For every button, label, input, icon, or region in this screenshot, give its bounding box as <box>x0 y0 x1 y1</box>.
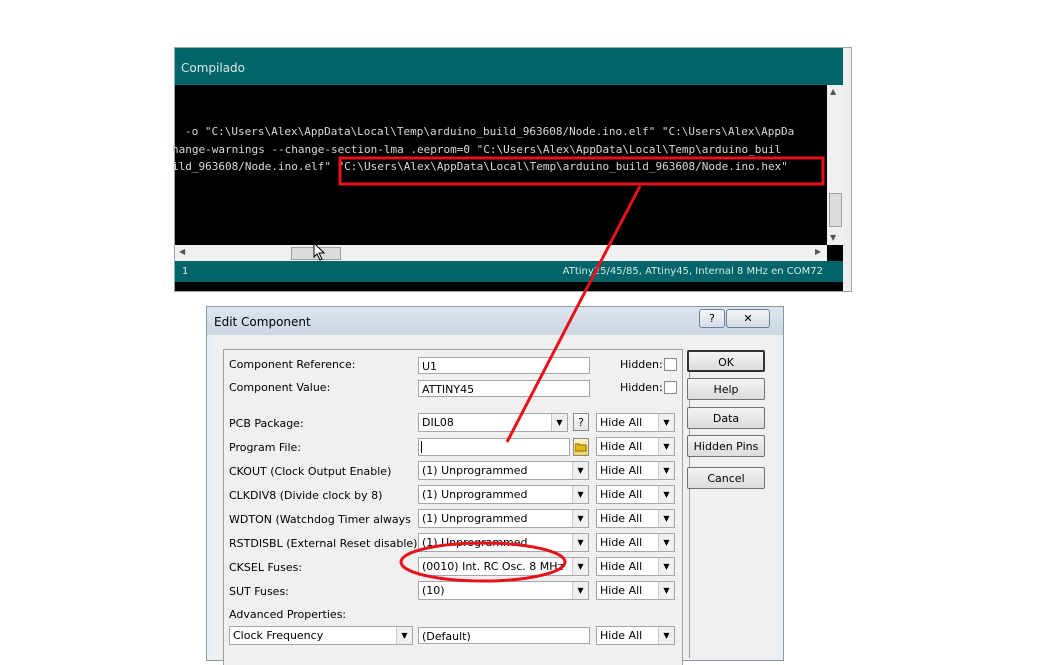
cksel-highlight-ellipse <box>399 541 567 583</box>
annotation-overlay <box>338 156 825 583</box>
hex-path-highlight-box <box>338 156 825 186</box>
annotation-arrow-line <box>505 185 642 443</box>
